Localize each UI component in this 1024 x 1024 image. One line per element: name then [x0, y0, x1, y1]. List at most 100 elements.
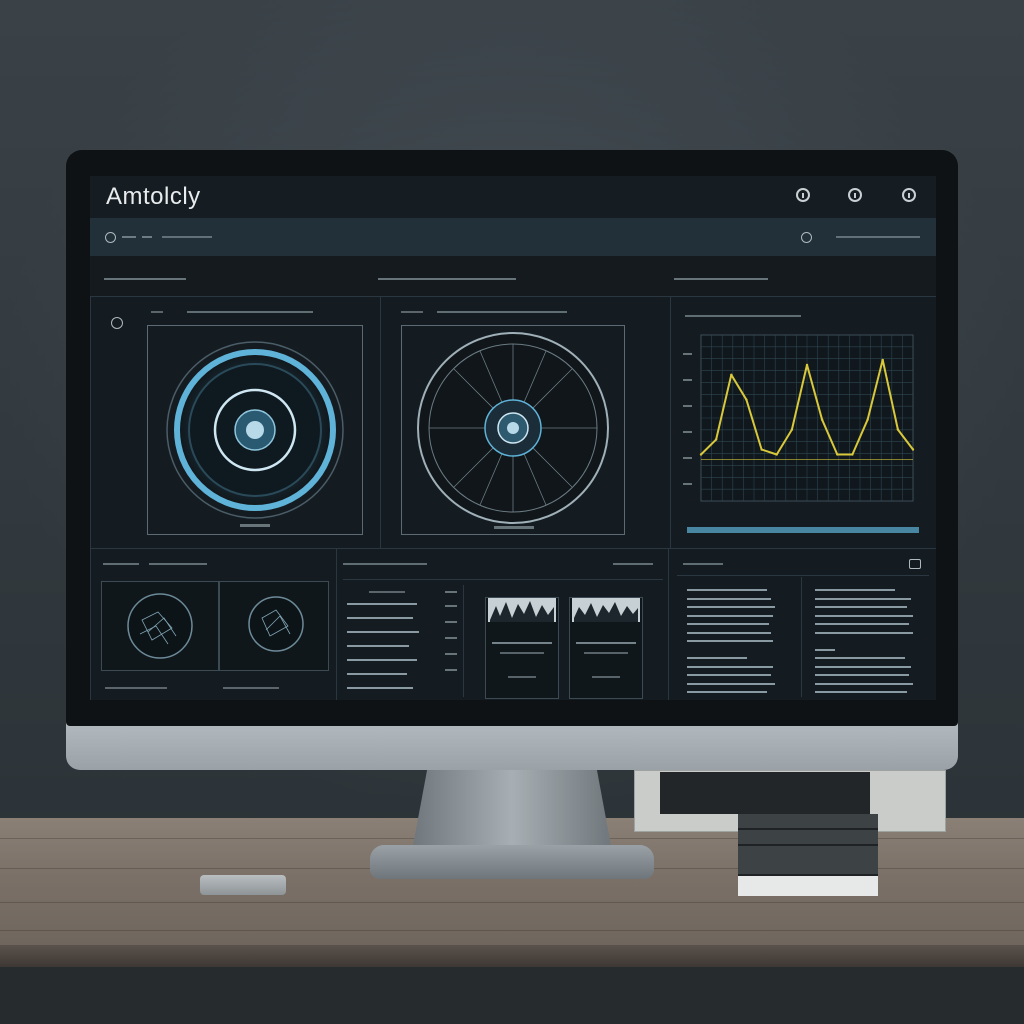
chart-point [866, 418, 869, 421]
panel-label [151, 311, 163, 313]
thumbnail-panel [90, 548, 338, 700]
image-thumbnail[interactable] [219, 581, 329, 671]
list-header [369, 591, 405, 593]
clock-icon[interactable] [796, 188, 810, 202]
waveform-chart [683, 334, 919, 533]
monitor-stand-base [370, 845, 654, 879]
list-item[interactable] [347, 603, 417, 605]
spectrum-image [572, 598, 640, 678]
section-heading [378, 278, 516, 280]
section-heading [674, 278, 768, 280]
panel-label [187, 311, 313, 313]
ring-scan-panel [90, 296, 382, 550]
ring-visual [166, 341, 344, 527]
chart-point [820, 418, 824, 421]
chart-tick-label [683, 483, 692, 485]
divider [343, 579, 663, 580]
report-line [687, 657, 747, 659]
report-line [815, 606, 907, 608]
list-value [445, 591, 457, 593]
app-title: Amtolcly [106, 183, 201, 210]
nav-item[interactable] [122, 236, 136, 238]
image-thumbnail[interactable] [101, 581, 219, 671]
chart-point [836, 453, 839, 456]
report-line [687, 631, 771, 634]
panel-label [401, 311, 423, 313]
nav-item[interactable] [142, 236, 152, 238]
chart-point [805, 363, 809, 367]
desk-edge [0, 945, 1024, 967]
book-stack [738, 814, 878, 896]
chart-point [730, 373, 733, 376]
report-line [687, 691, 767, 693]
circle-icon[interactable] [902, 188, 916, 202]
thumbnail-caption [105, 687, 167, 689]
book [738, 860, 878, 876]
desk-grain [0, 930, 1024, 931]
target-icon[interactable] [111, 317, 123, 329]
report-line [815, 623, 909, 625]
section-heading [104, 278, 186, 280]
report-line [687, 597, 771, 600]
spectrum-thumbnail[interactable] [569, 597, 643, 699]
chart-point [699, 453, 703, 456]
book [738, 876, 878, 896]
chart-tick-label [683, 405, 692, 407]
panel-label [149, 563, 207, 565]
report-line [687, 682, 775, 685]
nav-item[interactable] [162, 236, 212, 238]
nav-item[interactable] [836, 236, 920, 238]
list-item[interactable] [347, 687, 413, 689]
report-line [815, 674, 909, 676]
back-device-panel [660, 772, 870, 814]
sphere-image [248, 596, 304, 652]
chart-scrollbar[interactable] [687, 527, 919, 533]
list-value [445, 605, 457, 607]
waveform-panel [670, 296, 936, 550]
panel-label [613, 563, 653, 565]
chart-point [881, 358, 884, 362]
nav-bar [90, 218, 936, 256]
list-value [445, 621, 457, 623]
panel-label [685, 315, 801, 317]
desk-grain [0, 902, 1024, 903]
report-line [815, 657, 905, 659]
report-line [815, 682, 913, 685]
chart-point [745, 398, 748, 401]
clock-icon[interactable] [848, 188, 862, 202]
report-line [687, 665, 773, 668]
list-item[interactable] [347, 659, 417, 661]
report-line [815, 589, 895, 591]
screen: Amtolcly [90, 176, 936, 700]
panel-label [343, 563, 427, 565]
book [738, 814, 878, 830]
report-line [687, 674, 771, 676]
report-line [687, 614, 773, 617]
report-column [687, 549, 807, 699]
panel-label [103, 563, 139, 565]
user-icon[interactable] [801, 232, 812, 243]
section-header-row [90, 262, 936, 297]
list-value [445, 653, 457, 655]
list-item[interactable] [347, 645, 409, 647]
list-item[interactable] [347, 631, 419, 633]
spectrum-thumbnail[interactable] [485, 597, 559, 699]
list-value [445, 637, 457, 639]
report-line [815, 597, 911, 600]
list-item[interactable] [347, 673, 407, 675]
report-column [815, 549, 935, 699]
chart-point [851, 453, 854, 456]
report-panel [668, 548, 936, 700]
report-line [815, 691, 907, 693]
settings-icon[interactable] [105, 232, 116, 243]
chart-tick-label [683, 353, 692, 355]
radar-frame [401, 325, 625, 535]
ring-frame [147, 325, 363, 535]
floor [0, 967, 1024, 1024]
book [738, 830, 878, 846]
report-line [687, 589, 767, 591]
chart-point [760, 448, 763, 451]
divider [463, 585, 464, 697]
chart-tick-label [683, 457, 692, 459]
list-item[interactable] [347, 617, 413, 619]
